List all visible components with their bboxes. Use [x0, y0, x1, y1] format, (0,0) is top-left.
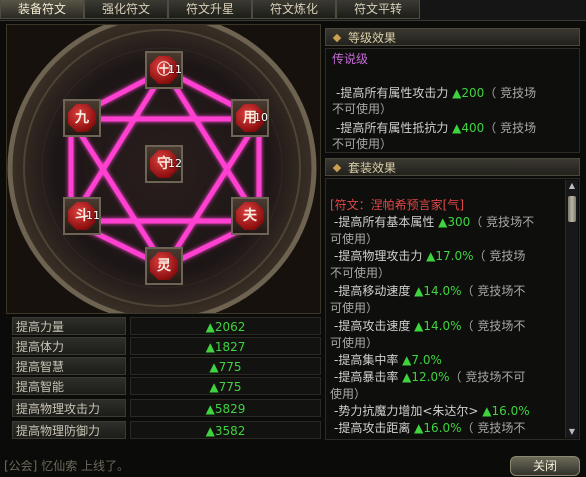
- set-effect-header: 套装效果: [325, 158, 580, 176]
- effect-line: -提高所有属性攻击力 ▲200（ 竞技场: [336, 86, 537, 100]
- tab-rune-transfer[interactable]: 符文平转: [336, 0, 420, 19]
- rune-glyph: 夫: [243, 208, 257, 224]
- scroll-down-arrow-icon[interactable]: ▼: [567, 427, 577, 437]
- effect-line: 不可使用）: [332, 102, 393, 116]
- rune-glyph: 灵: [157, 258, 171, 274]
- effect-line: -提高所有基本属性 ▲300（ 竞技场不: [334, 215, 535, 229]
- diamond-bullet-icon: [332, 33, 342, 43]
- rune-slot-lower-left[interactable]: 斗 11: [63, 197, 101, 235]
- scroll-thumb[interactable]: [568, 196, 576, 222]
- stat-label: 提高智慧: [12, 357, 126, 375]
- effect-line: -提高暴击率 ▲12.0%（ 竞技场不可: [334, 370, 526, 384]
- stat-row: 提高智慧 ▲775: [12, 357, 321, 376]
- stat-value: ▲3582: [130, 421, 321, 439]
- effect-line: -提高移动速度 ▲14.0%（ 竞技场不: [334, 284, 526, 298]
- diamond-bullet-icon: [332, 163, 342, 173]
- close-button[interactable]: 关闭: [510, 456, 580, 476]
- rune-level: 11: [86, 209, 100, 222]
- stat-label: 提高力量: [12, 317, 126, 335]
- tab-bar: 装备符文 强化符文 符文升星 符文炼化 符文平转: [0, 0, 586, 21]
- chat-channel: [公会]: [4, 459, 38, 473]
- rune-slot-bottom[interactable]: 灵: [145, 247, 183, 285]
- effect-line: 不可使用）: [330, 266, 391, 280]
- effect-line: 使用）: [330, 387, 367, 401]
- effect-line: -提高攻击距离 ▲16.0%（ 竞技场不: [334, 421, 526, 435]
- effect-line: 可使用）: [330, 336, 379, 350]
- set-effect-panel: [符文：涅帕希预言家[气] -提高所有基本属性 ▲300（ 竞技场不 可使用） …: [325, 178, 580, 440]
- rune-slot-upper-right[interactable]: 用 10: [231, 99, 269, 137]
- stat-label: 提高物理攻击力: [12, 399, 126, 417]
- effect-line: -提高所有属性抵抗力 ▲400（ 竞技场: [336, 121, 537, 135]
- stat-row: 提高物理攻击力 ▲5829: [12, 399, 321, 418]
- level-effect-panel: 传说级 -提高所有属性攻击力 ▲200（ 竞技场 不可使用） -提高所有属性抵抗…: [325, 48, 580, 153]
- rune-slot-lower-right[interactable]: 夫: [231, 197, 269, 235]
- tab-rune-star-upgrade[interactable]: 符文升星: [168, 0, 252, 19]
- effect-line: -提高物理攻击力 ▲17.0%（ 竞技场: [334, 249, 526, 263]
- stat-row: 提高体力 ▲1827: [12, 337, 321, 356]
- effect-line: 不可使用）: [332, 137, 393, 151]
- effect-line: 可使用）: [330, 301, 379, 315]
- rune-slot-upper-left[interactable]: 九: [63, 99, 101, 137]
- stat-label: 提高物理防御力: [12, 421, 126, 439]
- stat-row: 提高智能 ▲775: [12, 377, 321, 396]
- tab-enhance-rune[interactable]: 强化符文: [84, 0, 168, 19]
- tab-rune-refine[interactable]: 符文炼化: [252, 0, 336, 19]
- stat-label: 提高体力: [12, 337, 126, 355]
- effect-line: -提高集中率 ▲7.0%: [334, 353, 442, 367]
- stat-label: 提高智能: [12, 377, 126, 395]
- chat-message: 忆仙索 上线了。: [41, 459, 130, 473]
- rune-level: 10: [254, 111, 268, 124]
- chat-notice: [公会] 忆仙索 上线了。: [4, 457, 129, 474]
- rune-level: 12: [168, 157, 182, 170]
- rune-slot-center[interactable]: 守 12: [145, 145, 183, 183]
- rune-level: 11: [168, 63, 182, 76]
- rune-board: ㊉ 11 九 用 10 守 12 斗 11 夫 灵: [6, 24, 321, 314]
- stat-value: ▲5829: [130, 399, 321, 417]
- tier-label: 传说级: [332, 52, 369, 66]
- stat-value: ▲1827: [130, 337, 321, 355]
- effect-line: -提高攻击速度 ▲14.0%（ 竞技场不: [334, 319, 526, 333]
- rune-glyph: 九: [75, 110, 89, 126]
- stat-row: 提高力量 ▲2062: [12, 317, 321, 336]
- stat-value: ▲2062: [130, 317, 321, 335]
- tab-equip-rune[interactable]: 装备符文: [0, 0, 84, 19]
- stat-row: 提高物理防御力 ▲3582: [12, 421, 321, 440]
- level-effect-title: 等级效果: [348, 31, 397, 45]
- effect-line: 可使用）: [330, 232, 379, 246]
- effect-line: -势力抗魔力增加<朱达尔> ▲16.0%: [334, 404, 530, 418]
- stat-value: ▲775: [130, 377, 321, 395]
- level-effect-header: 等级效果: [325, 28, 580, 46]
- set-name: [符文：涅帕希预言家[气]: [330, 198, 465, 212]
- set-effect-scrollbar[interactable]: ▲ ▼: [565, 180, 578, 438]
- scroll-up-arrow-icon[interactable]: ▲: [567, 181, 577, 191]
- rune-slot-top[interactable]: ㊉ 11: [145, 51, 183, 89]
- stat-value: ▲775: [130, 357, 321, 375]
- set-effect-title: 套装效果: [348, 161, 397, 175]
